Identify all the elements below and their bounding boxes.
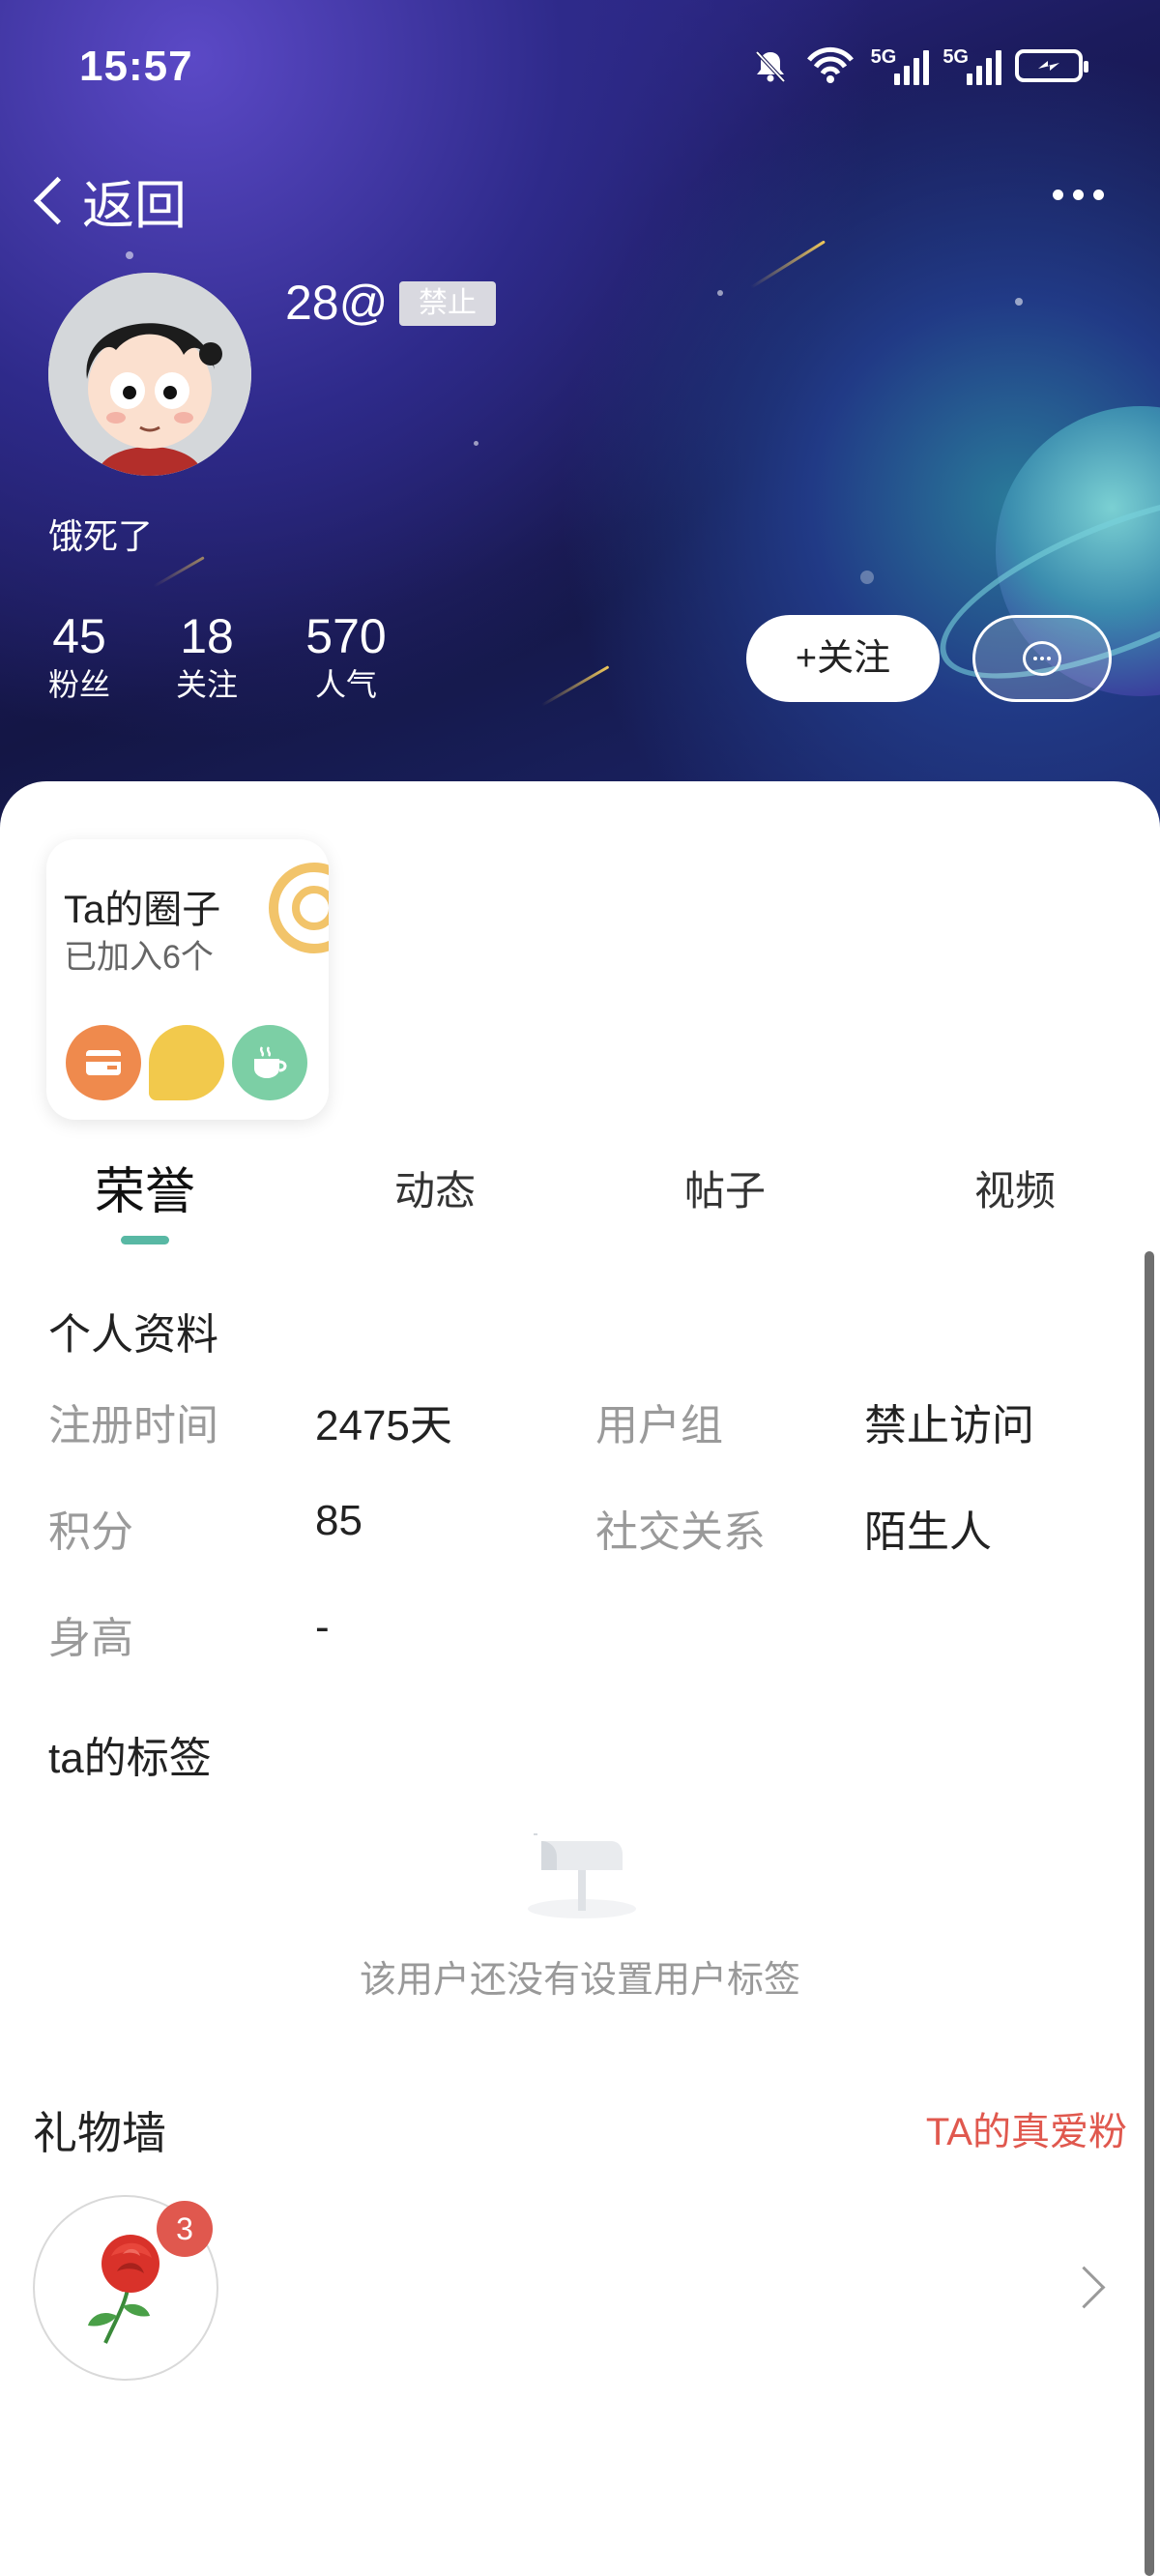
true-fans-link[interactable]: TA的真爱粉 [926,2100,1127,2156]
circle-icon-coffee [232,1025,307,1100]
empty-mailbox-icon [528,1833,636,1918]
reg-time-label: 注册时间 [48,1402,218,1449]
tab-activity[interactable]: 动态 [338,1158,532,1217]
more-dot-icon [1073,190,1084,200]
gift-count-badge: 3 [157,2201,213,2257]
more-options-button[interactable] [1053,190,1104,200]
fans-count: 45 [52,609,106,663]
cartoon-avatar-icon [48,273,251,476]
back-button[interactable]: 返回 [29,162,187,239]
relation-label: 社交关系 [595,1508,766,1556]
following-label: 关注 [175,667,238,702]
bell-muted-icon [755,50,786,83]
personal-info-title: 个人资料 [48,1311,218,1359]
popularity-label: 人气 [314,667,377,702]
star-decoration [126,251,133,259]
tab-videos[interactable]: 视频 [918,1158,1112,1217]
star-decoration [474,441,478,446]
cellular-signal-icon: 5G [871,46,930,85]
reg-time-value: 2475天 [315,1402,452,1449]
chevron-left-icon [33,176,82,225]
message-button[interactable] [972,615,1112,702]
profile-tabs: 荣誉 动态 帖子 视频 [0,1151,1160,1247]
back-label: 返回 [82,177,187,235]
circle-icon-chat [149,1025,224,1100]
more-dot-icon [1093,190,1104,200]
gift-wall-title: 礼物墙 [33,2108,166,2158]
ban-status-badge: 禁止 [399,281,496,326]
network-type-label: 5G [942,46,969,68]
popularity-stat: 570 人气 [296,609,396,706]
meteor-decoration [540,665,610,707]
popularity-count: 570 [305,609,387,663]
user-group-label: 用户组 [595,1402,723,1449]
points-value: 85 [315,1497,362,1544]
circles-card-title: Ta的圈子 [64,889,221,931]
star-decoration [860,571,874,584]
points-label: 积分 [48,1508,133,1556]
fans-label: 粉丝 [47,667,110,702]
meteor-decoration [750,240,826,289]
tab-honor[interactable]: 荣誉 [48,1151,242,1223]
avatar[interactable] [48,273,251,476]
fans-stat[interactable]: 45 粉丝 [43,609,116,706]
tags-empty-text: 该用户还没有设置用户标签 [359,1960,800,2001]
following-count: 18 [180,609,234,663]
meteor-decoration [153,556,205,588]
relation-value: 陌生人 [864,1508,992,1556]
height-value: - [315,1603,330,1651]
network-type-label: 5G [870,46,897,68]
cellular-signal-icon: 5G [942,46,1001,85]
active-tab-indicator [121,1236,169,1244]
star-decoration [717,290,723,296]
tags-title: ta的标签 [48,1735,212,1782]
status-time: 15:57 [79,43,193,90]
status-bar: 15:57 5G 5G [0,0,1160,135]
user-nickname: 28@ [285,276,389,330]
wifi-icon [806,46,854,83]
following-stat[interactable]: 18 关注 [170,609,244,706]
circles-card[interactable]: Ta的圈子 已加入6个 [46,839,329,1120]
circle-icon-card [66,1025,141,1100]
scrollbar[interactable] [1145,1251,1154,2576]
user-signature: 饿死了 [48,516,154,556]
more-dot-icon [1053,190,1063,200]
height-label: 身高 [48,1615,133,1662]
user-group-value: 禁止访问 [864,1402,1034,1449]
circles-logo-icon [269,863,329,953]
circles-card-subtitle: 已加入6个 [64,939,214,976]
tab-posts[interactable]: 帖子 [628,1158,822,1217]
chat-bubble-icon [1023,641,1061,676]
star-decoration [1015,298,1023,306]
status-icons: 5G 5G [751,46,1088,85]
follow-button[interactable]: +关注 [746,615,940,702]
battery-charging-icon [1015,49,1088,82]
